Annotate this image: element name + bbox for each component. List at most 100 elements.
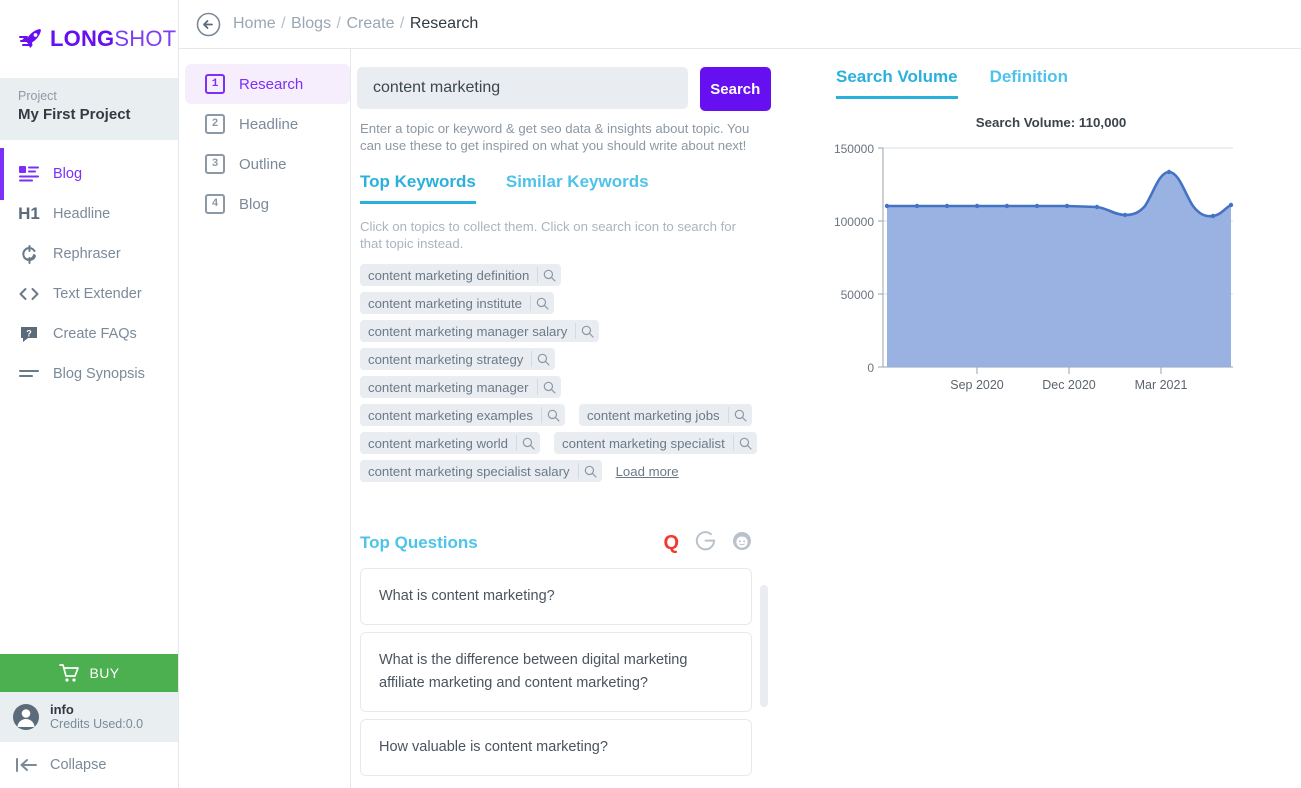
tab-definition[interactable]: Definition (990, 67, 1068, 99)
sidebar-item-label: Blog Synopsis (53, 366, 145, 382)
search-icon[interactable] (531, 351, 555, 367)
question-card[interactable]: What is content marketing? (360, 568, 752, 625)
sidebar-item-blog-synopsis[interactable]: Blog Synopsis (0, 354, 178, 394)
question-list-scrollbar[interactable] (760, 585, 768, 707)
main-content: Home / Blogs / Create / Research 1 Resea… (179, 0, 1301, 788)
sidebar-item-label: Headline (53, 206, 111, 222)
sidebar-item-blog[interactable]: Blog (0, 148, 178, 200)
project-selector[interactable]: Project My First Project (0, 78, 178, 140)
data-point (1004, 203, 1010, 209)
sidebar-item-label: Blog (53, 166, 83, 182)
brand-logo[interactable]: LONGSHOT (0, 0, 178, 78)
load-more-link[interactable]: Load more (616, 464, 679, 479)
sidebar-item-rephraser[interactable]: Rephraser (0, 234, 178, 274)
data-point (1122, 212, 1128, 218)
keyword-chip[interactable]: content marketing examples (360, 404, 565, 426)
keyword-chip[interactable]: content marketing institute (360, 292, 554, 314)
keyword-chip[interactable]: content marketing world (360, 432, 541, 454)
breadcrumb-separator: / (281, 15, 286, 32)
sidebar-item-headline[interactable]: H1 Headline (0, 194, 178, 234)
keyword-chip[interactable]: content marketing manager (360, 376, 561, 398)
project-name: My First Project (18, 106, 131, 123)
data-point (1034, 203, 1040, 209)
search-button[interactable]: Search (699, 67, 771, 111)
data-point (1064, 203, 1070, 209)
step-headline[interactable]: 2 Headline (185, 104, 350, 144)
question-card[interactable]: What is the difference between digital m… (360, 632, 752, 712)
keyword-chip[interactable]: content marketing specialist (554, 432, 757, 454)
breadcrumb-home[interactable]: Home (233, 15, 276, 32)
keyword-chip[interactable]: content marketing manager salary (360, 320, 600, 342)
account-box[interactable]: info Credits Used:0.0 (0, 692, 178, 742)
step-label: Outline (239, 155, 287, 173)
insights-panel: Search Volume Definition Search Volume: … (771, 49, 1301, 788)
search-icon[interactable] (537, 267, 561, 283)
search-icon[interactable] (732, 435, 757, 451)
buy-label: BUY (89, 665, 120, 681)
sidebar-item-create-faqs[interactable]: ? Create FAQs (0, 314, 178, 354)
breadcrumb: Home / Blogs / Create / Research (233, 15, 478, 33)
data-point (884, 203, 890, 209)
step-number: 1 (205, 74, 225, 94)
data-point (1094, 204, 1100, 210)
search-input[interactable] (357, 67, 688, 109)
code-brackets-icon (18, 287, 40, 301)
search-icon[interactable] (727, 407, 752, 423)
keyword-chip-label: content marketing specialist (562, 435, 725, 451)
back-button-icon[interactable] (196, 12, 221, 37)
search-icon[interactable] (516, 435, 540, 451)
keyword-chip[interactable]: content marketing strategy (360, 348, 556, 370)
cart-icon (58, 663, 79, 682)
breadcrumb-blogs[interactable]: Blogs (291, 15, 331, 32)
keyword-chip[interactable]: content marketing definition (360, 264, 562, 286)
brand-name: LONGSHOT (50, 26, 176, 52)
tab-similar-keywords[interactable]: Similar Keywords (506, 172, 649, 204)
step-number: 4 (205, 194, 225, 214)
step-outline[interactable]: 3 Outline (185, 144, 350, 184)
topbar: Home / Blogs / Create / Research (179, 0, 1301, 49)
chart-title: Search Volume: 110,000 (975, 115, 1127, 130)
keyword-chip[interactable]: content marketing specialist salary (360, 460, 602, 482)
app-root: LONGSHOT Project My First Project Blog H… (0, 0, 1301, 788)
tab-search-volume[interactable]: Search Volume (836, 67, 958, 99)
rocket-icon (19, 29, 41, 48)
brand-name-light: SHOT (114, 26, 177, 51)
data-point (1228, 202, 1234, 208)
sidebar-item-label: Text Extender (53, 286, 142, 302)
keyword-chip-label: content marketing manager (368, 379, 529, 395)
search-icon[interactable] (575, 323, 599, 339)
sidebar-item-text-extender[interactable]: Text Extender (0, 274, 178, 314)
step-research[interactable]: 1 Research (185, 64, 350, 104)
blog-icon (18, 166, 40, 182)
tab-top-keywords[interactable]: Top Keywords (360, 172, 476, 204)
search-icon[interactable] (577, 463, 602, 479)
keyword-chip[interactable]: content marketing jobs (578, 404, 752, 426)
quora-icon[interactable]: Q (663, 533, 679, 553)
reddit-icon[interactable] (732, 531, 752, 556)
question-list: What is content marketing? What is the d… (360, 568, 768, 776)
data-point (944, 203, 950, 209)
collapse-button[interactable]: Collapse (0, 742, 178, 788)
keyword-chip-list: content marketing definition content mar… (360, 264, 760, 482)
step-blog[interactable]: 4 Blog (185, 184, 350, 224)
breadcrumb-create[interactable]: Create (346, 15, 394, 32)
top-questions-title: Top Questions (360, 533, 478, 552)
question-card[interactable]: How valuable is content marketing? (360, 719, 752, 776)
search-volume-chart: Search Volume: 110,000 150000 100000 500… (831, 115, 1251, 405)
data-point (914, 203, 920, 209)
search-icon[interactable] (540, 407, 565, 423)
avatar (13, 704, 39, 730)
credits-used: Credits Used:0.0 (50, 717, 144, 731)
breadcrumb-separator: / (399, 15, 405, 32)
google-icon[interactable] (695, 530, 716, 556)
search-icon[interactable] (529, 295, 554, 311)
collapse-label: Collapse (50, 757, 107, 773)
buy-button[interactable]: BUY (0, 654, 178, 692)
search-icon[interactable] (536, 379, 561, 395)
brand-name-bold: LONG (50, 26, 115, 51)
breadcrumb-separator: / (336, 15, 341, 32)
ytick-label: 50000 (841, 288, 875, 302)
step-nav: 1 Research 2 Headline 3 Outline 4 Blog (179, 49, 351, 788)
xtick-label: Mar 2021 (1135, 378, 1188, 392)
search-row: Search (355, 67, 771, 111)
